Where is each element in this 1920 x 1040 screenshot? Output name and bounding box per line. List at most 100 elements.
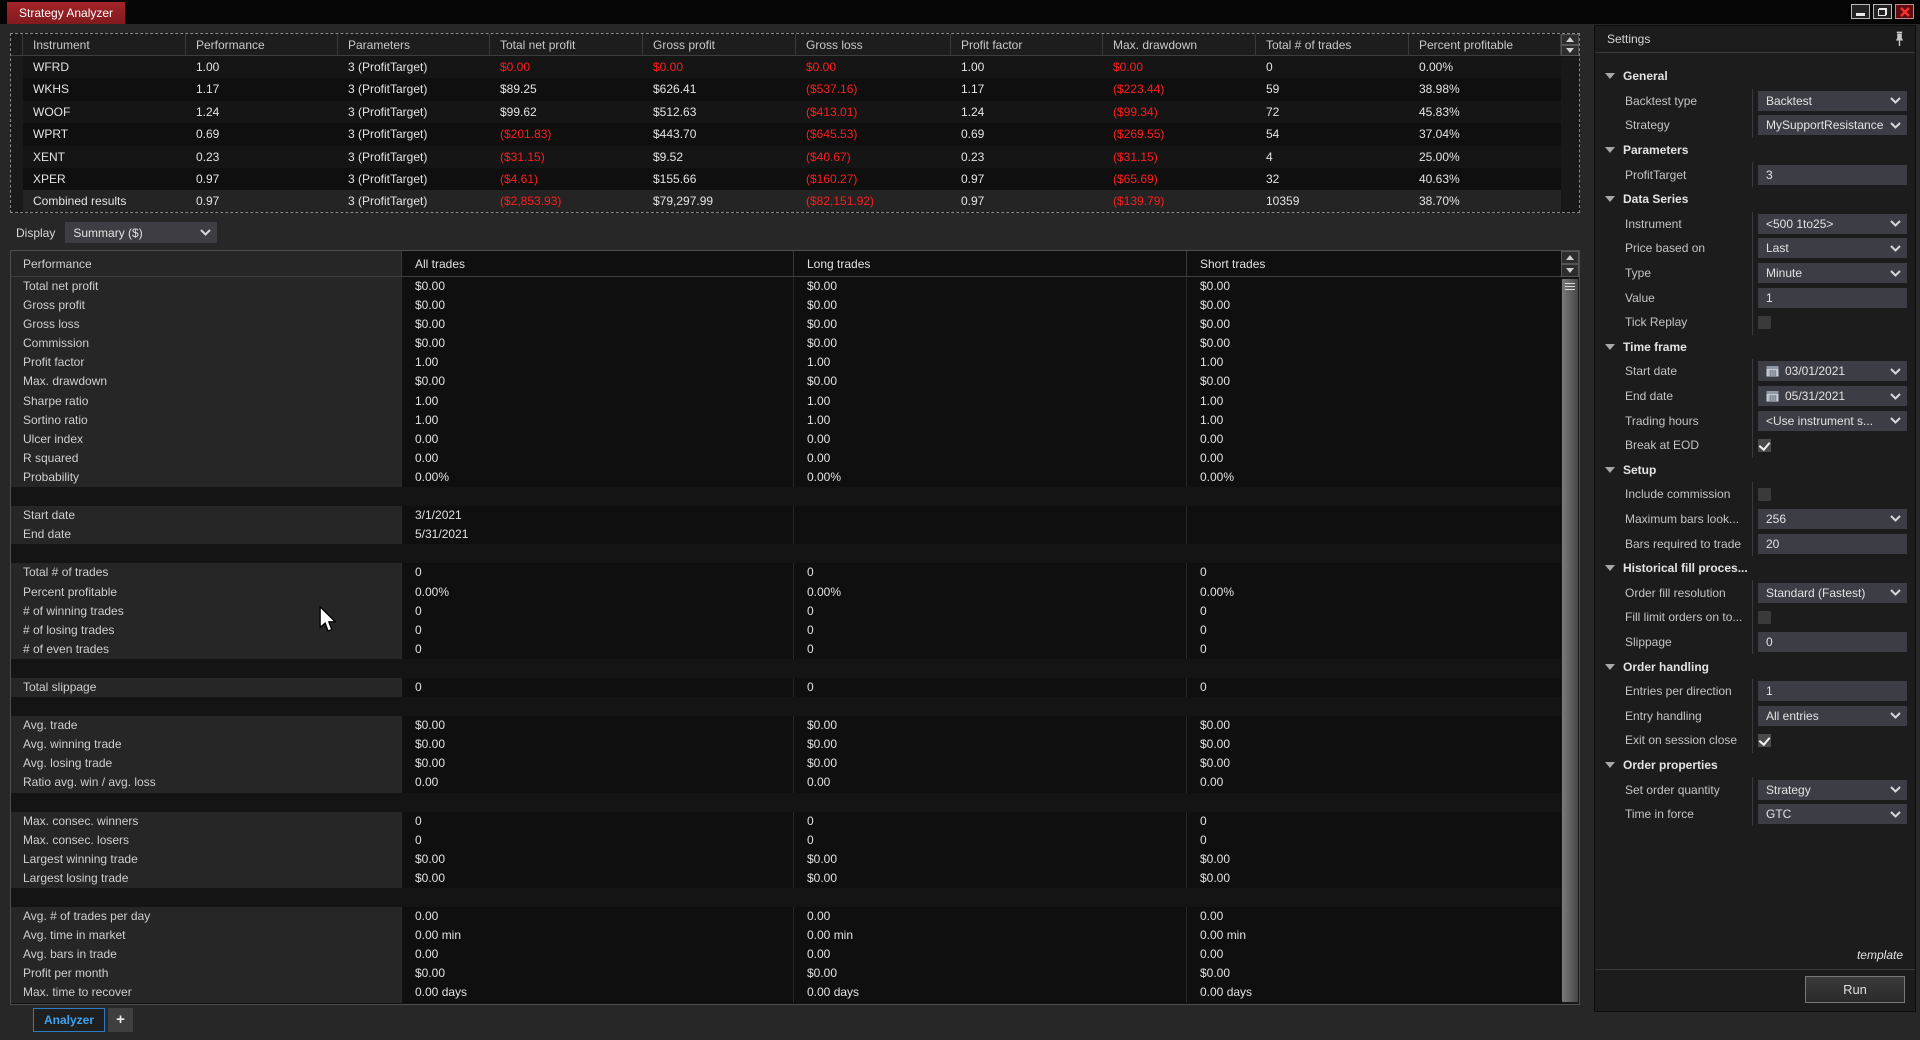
scroll-down-button[interactable]: [1561, 264, 1579, 277]
entry-handling-select[interactable]: All entries: [1758, 705, 1907, 726]
cell: 0.00%: [1419, 60, 1454, 74]
cell: WKHS: [33, 82, 69, 97]
setting-label: Include commission: [1625, 487, 1731, 502]
fill-limit-orders-on-to--checkbox[interactable]: [1758, 610, 1771, 624]
display-select[interactable]: Summary ($): [65, 222, 218, 243]
time-in-force-select[interactable]: GTC: [1758, 804, 1907, 825]
results-row-combined-results[interactable]: Combined results 0.97 3 (ProfitTarget) ($2,…: [11, 190, 1579, 212]
add-tab-button[interactable]: +: [108, 1008, 134, 1032]
end-date-select[interactable]: 05/31/2021: [1758, 386, 1907, 407]
start-date-select[interactable]: 03/01/2021: [1758, 361, 1907, 382]
value-input[interactable]: 1: [1758, 287, 1907, 308]
cell: 25.00%: [1419, 149, 1460, 164]
results-row-xent[interactable]: XENT 0.23 3 (ProfitTarget) ($31.15) $9.52 ($4…: [11, 145, 1579, 168]
entries-per-direction-input[interactable]: 1: [1758, 681, 1907, 702]
cell: Avg. trade: [11, 716, 401, 736]
backtest-type-select[interactable]: Backtest: [1758, 90, 1907, 111]
cell: ($4.61): [500, 171, 539, 186]
include-commission-checkbox[interactable]: [1758, 487, 1771, 501]
template-link[interactable]: template: [1857, 948, 1903, 962]
cell: 1.00: [961, 60, 985, 74]
slippage-input[interactable]: 0: [1758, 631, 1907, 652]
settings-title: Settings: [1607, 32, 1651, 46]
minimize-button[interactable]: [1851, 4, 1870, 19]
column-header[interactable]: Instrument: [23, 34, 186, 55]
cell: ($99.34): [1113, 104, 1158, 119]
section-header-setup[interactable]: Setup: [1595, 458, 1915, 483]
trading-hours-select[interactable]: <Use instrument s...: [1758, 410, 1907, 431]
bars-required-to-trade-input[interactable]: 20: [1758, 533, 1907, 554]
chevron-down-icon: [1885, 417, 1901, 425]
column-header[interactable]: Performance: [11, 251, 401, 276]
column-header[interactable]: Parameters: [338, 34, 490, 55]
column-header[interactable]: Max. drawdown: [1103, 34, 1256, 55]
window-title-tab[interactable]: Strategy Analyzer: [7, 2, 126, 24]
instrument-select[interactable]: <500 1to25>: [1758, 213, 1907, 234]
cell: Combined results: [33, 194, 127, 209]
cell: 0.00 days: [793, 983, 1186, 1003]
column-header[interactable]: Percent profitable: [1409, 34, 1561, 55]
calendar-icon: [1766, 390, 1779, 402]
column-header[interactable]: Profit factor: [951, 34, 1103, 55]
profittarget-input[interactable]: 3: [1758, 164, 1907, 185]
column-header[interactable]: All trades: [401, 251, 793, 276]
scroll-up-button[interactable]: [1561, 251, 1579, 264]
section-header-data-series[interactable]: Data Series: [1595, 187, 1915, 212]
scroll-thumb[interactable]: [1562, 279, 1578, 1002]
maximum-bars-look--select[interactable]: 256: [1758, 508, 1907, 529]
setting-label: Price based on: [1625, 241, 1706, 256]
setting-row-slippage: Slippage 0: [1595, 629, 1915, 655]
column-header[interactable]: Total net profit: [490, 34, 643, 55]
column-header[interactable]: Gross loss: [796, 34, 951, 55]
section-header-order-handling[interactable]: Order handling: [1595, 654, 1915, 679]
cell: 0.00 days: [1186, 983, 1563, 1003]
column-header[interactable]: Short trades: [1186, 251, 1563, 276]
scroll-down-button[interactable]: [1561, 45, 1579, 56]
arrow-down-icon: [1566, 268, 1574, 273]
price-based-on-select[interactable]: Last: [1758, 238, 1907, 259]
row-gutter: [11, 78, 23, 101]
tab-analyzer[interactable]: Analyzer: [33, 1008, 106, 1032]
column-header[interactable]: Gross profit: [643, 34, 796, 55]
results-row-wkhs[interactable]: WKHS 1.17 3 (ProfitTarget) $89.25 $626.41 ($5…: [11, 78, 1579, 101]
setting-row-tick-replay: Tick Replay: [1595, 309, 1915, 335]
column-gutter: [11, 34, 23, 55]
run-button[interactable]: Run: [1805, 976, 1905, 1003]
section-header-order-properties[interactable]: Order properties: [1595, 753, 1915, 778]
results-row-xper[interactable]: XPER 0.97 3 (ProfitTarget) ($4.61) $155.66 ($…: [11, 167, 1579, 191]
field-value: Last: [1766, 241, 1789, 256]
field-zone: 256: [1752, 506, 1907, 532]
results-row-wfrd[interactable]: WFRD 1.00 3 (ProfitTarget) $0.00 $0.00 $0.00 1…: [11, 56, 1579, 79]
tick-replay-checkbox[interactable]: [1758, 315, 1771, 329]
section-header-general[interactable]: General: [1595, 64, 1915, 89]
strategy-select[interactable]: MySupportResistance: [1758, 115, 1907, 136]
section-header-time-frame[interactable]: Time frame: [1595, 335, 1915, 360]
scroll-track[interactable]: [1561, 57, 1579, 212]
perf-row-profit-per-month: Profit per month $0.00 $0.00 $0.00: [11, 964, 1579, 984]
perf-row-spacer: [11, 544, 1579, 564]
cell: 0.69: [961, 127, 985, 142]
results-row-wprt[interactable]: WPRT 0.69 3 (ProfitTarget) ($201.83) $443.70…: [11, 123, 1579, 146]
order-fill-resolution-select[interactable]: Standard (Fastest): [1758, 582, 1907, 603]
break-at-eod-checkbox[interactable]: [1758, 438, 1771, 452]
pin-icon[interactable]: [1894, 31, 1905, 47]
setting-row-include-commission: Include commission: [1595, 482, 1915, 507]
set-order-quantity-select[interactable]: Strategy: [1758, 779, 1907, 800]
setting-label: Strategy: [1625, 118, 1670, 133]
exit-on-session-close-checkbox[interactable]: [1758, 733, 1771, 747]
column-header[interactable]: Performance: [186, 34, 338, 55]
scroll-track[interactable]: [1561, 278, 1579, 1004]
results-row-woof[interactable]: WOOF 1.24 3 (ProfitTarget) $99.62 $512.63 ($4…: [11, 100, 1579, 124]
restore-button[interactable]: [1873, 4, 1892, 19]
setting-label: ProfitTarget: [1625, 167, 1687, 182]
section-header-parameters[interactable]: Parameters: [1595, 138, 1915, 163]
scroll-up-button[interactable]: [1561, 34, 1579, 45]
section-header-historical-fill-proces-[interactable]: Historical fill proces...: [1595, 556, 1915, 581]
close-button[interactable]: [1895, 4, 1914, 19]
column-header[interactable]: Long trades: [793, 251, 1186, 276]
collapse-triangle-icon: [1605, 663, 1615, 670]
cell: 1.00: [1186, 410, 1563, 430]
column-header[interactable]: Total # of trades: [1256, 34, 1409, 55]
cell: $0.00: [793, 964, 1186, 984]
type-select[interactable]: Minute: [1758, 263, 1907, 284]
